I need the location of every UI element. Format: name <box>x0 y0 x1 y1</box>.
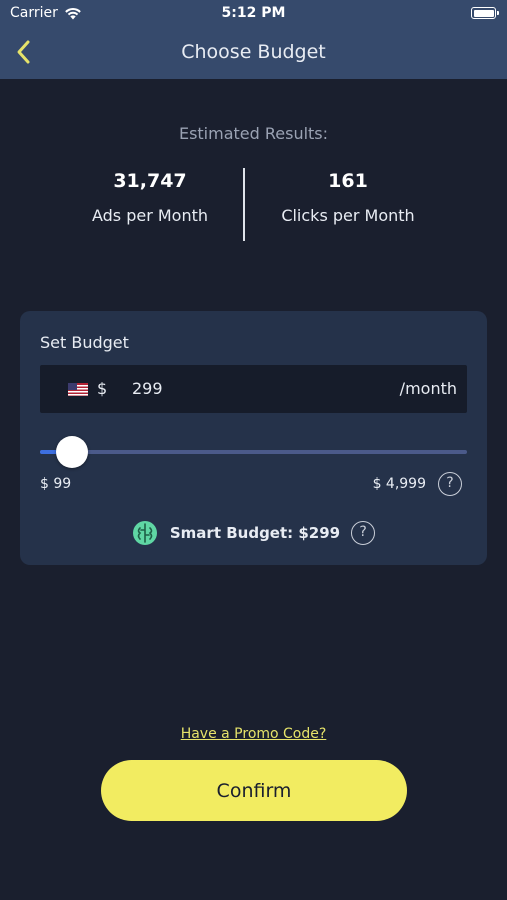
smart-budget-help-button[interactable]: ? <box>351 521 376 545</box>
ads-per-month-stat: 31,747 Ads per Month <box>50 170 250 225</box>
currency-symbol: $ <box>97 379 108 398</box>
stats-divider <box>243 168 245 241</box>
status-bar: Carrier 5:12 PM <box>0 0 507 28</box>
nav-bar: Choose Budget <box>0 28 507 79</box>
slider-track <box>40 450 467 454</box>
budget-slider[interactable] <box>40 435 467 469</box>
budget-amount-field[interactable]: $ 299 /month <box>40 365 467 413</box>
budget-card: Set Budget $ 299 /month $ 99 $ 4,999 ? S… <box>20 311 487 565</box>
slider-min-label: $ 99 <box>40 476 72 492</box>
set-budget-title: Set Budget <box>40 333 129 352</box>
brain-icon <box>132 521 157 545</box>
battery-icon <box>471 7 499 19</box>
slider-thumb[interactable] <box>56 436 89 468</box>
budget-help-button[interactable]: ? <box>438 472 462 496</box>
clicks-value: 161 <box>328 170 368 192</box>
smart-budget-label: Smart Budget: $299 <box>169 524 341 542</box>
us-flag-icon <box>68 383 88 396</box>
budget-amount-value[interactable]: 299 <box>132 379 163 398</box>
slider-max-label: $ 4,999 <box>372 476 426 492</box>
clock: 5:12 PM <box>221 5 286 21</box>
confirm-button[interactable]: Confirm <box>101 760 407 821</box>
ads-value: 31,747 <box>113 170 187 192</box>
period-label: /month <box>399 379 457 398</box>
promo-code-link[interactable]: Have a Promo Code? <box>0 726 507 742</box>
page-title: Choose Budget <box>181 41 326 63</box>
clicks-per-month-stat: 161 Clicks per Month <box>248 170 448 225</box>
smart-budget-row: Smart Budget: $299 ? <box>20 519 487 547</box>
clicks-caption: Clicks per Month <box>281 206 415 225</box>
estimated-results-label: Estimated Results: <box>178 124 329 143</box>
ads-caption: Ads per Month <box>91 206 209 225</box>
